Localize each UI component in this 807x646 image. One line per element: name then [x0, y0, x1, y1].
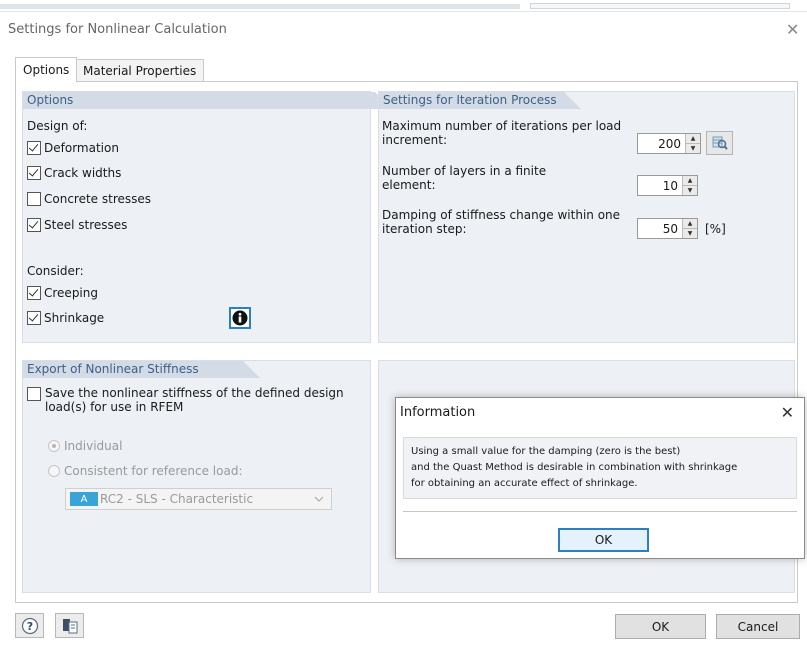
max-iterations-label-line2: increment:	[382, 133, 448, 147]
spin-up-icon[interactable]: ▲	[686, 134, 700, 143]
spin-down-icon[interactable]: ▼	[683, 185, 697, 195]
options-panel-header: Options	[23, 92, 392, 109]
max-iterations-stepper[interactable]: 200 ▲ ▼	[637, 133, 701, 154]
steel-stresses-option[interactable]: Steel stresses	[27, 218, 127, 232]
consider-label: Consider:	[27, 264, 84, 278]
reference-load-select[interactable]: A RC2 - SLS - Characteristic	[65, 488, 332, 510]
layers-value[interactable]: 10	[638, 179, 682, 193]
shrinkage-label: Shrinkage	[44, 311, 105, 325]
max-iterations-spin[interactable]: ▲ ▼	[685, 134, 700, 153]
save-stiffness-label-line2: load(s) for use in RFEM	[45, 400, 184, 414]
layers-spin[interactable]: ▲ ▼	[682, 176, 697, 195]
damping-spin[interactable]: ▲ ▼	[682, 219, 697, 238]
window-title: Settings for Nonlinear Calculation	[8, 22, 227, 37]
layers-label-line1: Number of layers in a finite	[382, 164, 547, 178]
background-field	[530, 3, 790, 9]
tab-material-properties[interactable]: Material Properties	[75, 59, 205, 81]
radio-consistent-label: Consistent for reference load:	[64, 464, 243, 478]
radio-individual[interactable]	[48, 440, 60, 452]
help-button[interactable]: ?	[15, 613, 44, 638]
svg-text:?: ?	[26, 620, 32, 633]
radio-individual-option[interactable]: Individual	[48, 439, 122, 453]
shrinkage-option[interactable]: Shrinkage	[27, 311, 104, 325]
radio-consistent[interactable]	[48, 465, 60, 477]
information-dialog-close-icon[interactable]: ✕	[781, 403, 794, 422]
concrete-stresses-checkbox[interactable]	[27, 192, 41, 206]
report-icon	[62, 618, 77, 633]
save-stiffness-label-line1: Save the nonlinear stiffness of the defi…	[45, 386, 344, 400]
steel-stresses-checkbox[interactable]	[27, 218, 41, 232]
max-iterations-value[interactable]: 200	[638, 137, 685, 151]
creeping-label: Creeping	[44, 286, 98, 300]
damping-label-line1: Damping of stiffness change within one	[382, 208, 621, 222]
tab-options[interactable]: Options	[15, 57, 78, 82]
creeping-checkbox[interactable]	[27, 286, 41, 300]
background-toolbar	[0, 4, 520, 9]
deformation-checkbox[interactable]	[27, 141, 41, 155]
information-message-line3: for obtaining an accurate effect of shri…	[411, 478, 638, 489]
shrinkage-checkbox[interactable]	[27, 311, 41, 325]
info-ok-button[interactable]: OK	[558, 528, 649, 552]
background-window-strip	[0, 0, 807, 12]
spin-down-icon[interactable]: ▼	[683, 228, 697, 238]
cancel-button[interactable]: Cancel	[716, 614, 800, 639]
edit-iterations-button[interactable]	[706, 131, 733, 155]
crack-widths-checkbox[interactable]	[27, 166, 41, 180]
layers-stepper[interactable]: 10 ▲ ▼	[637, 175, 698, 196]
help-icon: ?	[21, 617, 38, 634]
damping-label-line2: iteration step:	[382, 222, 467, 236]
creeping-option[interactable]: Creeping	[27, 286, 98, 300]
info-button[interactable]	[229, 307, 251, 329]
spin-up-icon[interactable]: ▲	[683, 219, 697, 228]
information-message-line2: and the Quast Method is desirable in com…	[411, 462, 738, 473]
concrete-stresses-option[interactable]: Concrete stresses	[27, 192, 151, 206]
concrete-stresses-label: Concrete stresses	[44, 192, 152, 206]
dialog-separator	[403, 511, 797, 512]
save-stiffness-checkbox[interactable]	[27, 387, 41, 401]
design-of-label: Design of:	[27, 119, 88, 133]
window-close-icon[interactable]: ✕	[786, 20, 799, 39]
magnifier-table-icon	[712, 136, 728, 150]
information-dialog: Information ✕ Using a small value for th…	[395, 397, 805, 559]
damping-stepper[interactable]: 50 ▲ ▼	[637, 218, 698, 239]
info-icon	[232, 310, 248, 326]
steel-stresses-label: Steel stresses	[44, 218, 128, 232]
report-button[interactable]	[55, 613, 84, 638]
iteration-panel-header: Settings for Iteration Process	[379, 92, 581, 109]
reference-load-value: RC2 - SLS - Characteristic	[100, 492, 254, 506]
spin-up-icon[interactable]: ▲	[683, 176, 697, 185]
information-message-line1: Using a small value for the damping (zer…	[411, 446, 681, 457]
information-message-box: Using a small value for the damping (zer…	[403, 437, 797, 499]
export-panel-header: Export of Nonlinear Stiffness	[23, 361, 260, 378]
damping-value[interactable]: 50	[638, 222, 682, 236]
load-badge: A	[70, 492, 98, 506]
crack-widths-option[interactable]: Crack widths	[27, 166, 121, 180]
information-dialog-title: Information	[400, 405, 476, 420]
max-iterations-label-line1: Maximum number of iterations per load	[382, 119, 622, 133]
crack-widths-label: Crack widths	[44, 166, 122, 180]
deformation-label: Deformation	[44, 141, 119, 155]
ok-button[interactable]: OK	[615, 614, 706, 639]
radio-consistent-option[interactable]: Consistent for reference load:	[48, 464, 243, 478]
chevron-down-icon[interactable]	[313, 493, 325, 505]
radio-individual-label: Individual	[64, 439, 123, 453]
deformation-option[interactable]: Deformation	[27, 141, 119, 155]
damping-unit: [%]	[705, 222, 726, 236]
layers-label-line2: element:	[382, 178, 436, 192]
spin-down-icon[interactable]: ▼	[686, 143, 700, 153]
